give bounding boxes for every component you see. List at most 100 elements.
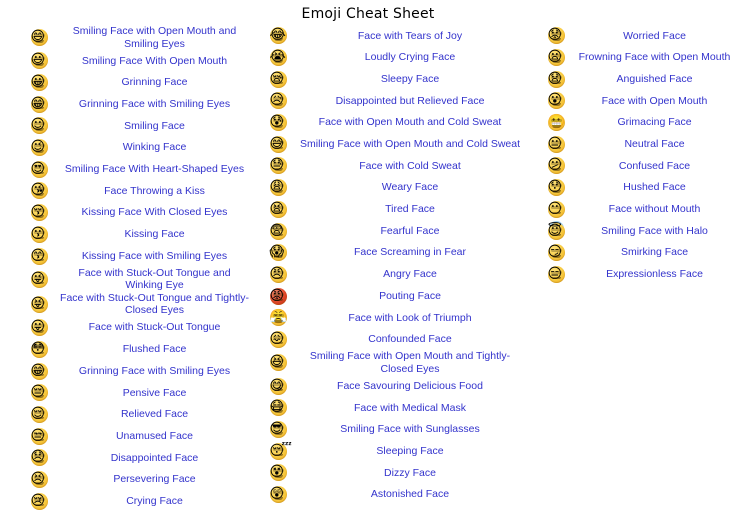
fearful-face-icon: 😨 [269,222,287,240]
emoji-row: 😦 Frowning Face with Open Mouth [525,47,736,69]
grimacing-face-icon: 😬 [547,114,565,132]
emoji-cell: 😩 [261,179,295,197]
dizzy-face-icon: 😵 [269,464,287,482]
emoji-cell: 😟 [539,27,573,45]
emoji-row: 😖 Confounded Face [255,329,525,351]
emoji-row: 😮 Face with Open Mouth [525,90,736,112]
emoji-cell: 😌 [22,405,56,423]
neutral-face-icon: 😐 [547,135,565,153]
emoji-row: 😘 Face Throwing a Kiss [0,180,255,202]
emoji-cell: 😆 [261,354,295,372]
emoji-cell: 😄 [22,29,56,46]
emoji-row: ☺ Smiling Face [0,115,255,137]
emoji-label: Smirking Face [620,246,689,259]
emoji-row: 😉 Winking Face [0,137,255,159]
unamused-face-icon: 😒 [30,427,48,445]
emoji-cell: 😜 [22,270,56,288]
emoji-label: Face with Open Mouth [601,94,708,107]
emoji-row: 😰 Face with Open Mouth and Cold Sweat [255,112,525,134]
crying-face-icon: 😢 [30,492,48,510]
emoji-label: Confused Face [618,159,691,172]
emoji-label: Face with Open Mouth and Cold Sweat [318,116,502,129]
emoji-label: Face with Cold Sweat [359,159,461,172]
weary-face-icon: 😩 [269,179,287,197]
emoji-label: Face Throwing a Kiss [104,184,205,197]
emoji-label: Worried Face [623,29,686,42]
face-savoring-food-icon: 😋 [269,377,287,395]
emoji-row: 😄 Smiling Face with Open Mouth and Smilin… [0,25,255,50]
emoji-label: Angry Face [383,268,437,281]
face-with-tears-of-joy-icon: 😂 [269,27,287,45]
emoji-label: Face with Tears of Joy [357,29,463,42]
smiling-face-with-sunglasses-icon: 😎 [269,421,287,439]
emoji-row: 😲 Astonished Face [255,484,525,506]
grinning-face-with-smiling-eyes-icon: 😄 [30,29,48,46]
emoji-cell: 😒 [22,427,56,445]
emoji-label: Face without Mouth [608,203,701,216]
emoji-row: 😐 Neutral Face [525,133,736,155]
emoji-row: 😎 Smiling Face with Sunglasses [255,419,525,441]
emoji-cell: ☺ [22,117,56,135]
emoji-row: 😟 Worried Face [525,25,736,47]
flushed-face-icon: 😳 [30,340,48,358]
emoji-row: 😁 Grinning Face with Smiling Eyes [0,93,255,115]
emoji-row: 😧 Anguished Face [525,68,736,90]
emoji-label: Kissing Face With Closed Eyes [81,206,228,219]
emoji-cell: 😚 [22,204,56,222]
emoji-cell: 😳 [22,340,56,358]
emoji-label: Anguished Face [616,72,693,85]
face-screaming-in-fear-icon: 😱 [269,244,287,262]
pouting-face-icon: 😡 [269,287,287,305]
sleepy-face-icon: 😪 [269,70,287,88]
emoji-label: Face Savouring Delicious Food [337,379,483,392]
emoji-row: 😃 Smiling Face With Open Mouth [0,50,255,72]
emoji-row: 😡 Pouting Face [255,285,525,307]
emoji-row: 😭 Loudly Crying Face [255,47,525,69]
emoji-cell: 😢 [22,492,56,510]
emoji-label: Smiling Face With Heart-Shaped Eyes [64,163,245,176]
expressionless-face-icon: 😑 [547,265,565,283]
emoji-label: Tired Face [385,203,435,216]
relieved-face-icon: 😌 [30,405,48,423]
emoji-cell: 😤 [261,309,295,327]
emoji-row: 😪 Sleepy Face [255,68,525,90]
emoji-cell: 😮 [539,92,573,110]
disappointed-face-icon: 😞 [30,449,48,467]
emoji-row: 😁 Grinning Face with Smiling Eyes [0,360,255,382]
worried-face-icon: 😟 [547,27,565,45]
confounded-face-icon: 😖 [269,330,287,348]
emoji-label: Sleepy Face [380,72,440,85]
anxious-face-with-sweat-icon: 😰 [269,114,287,132]
smiling-face-with-open-mouth-icon: 😃 [30,52,48,70]
emoji-row: 😤 Face with Look of Triumph [255,307,525,329]
emoji-cell: 😦 [539,49,573,67]
emoji-cell: 😣 [22,471,56,489]
emoji-row: 😅 Smiling Face with Open Mouth and Cold S… [255,133,525,155]
emoji-column-left: 😄 Smiling Face with Open Mouth and Smilin… [0,25,255,512]
emoji-cell: 😱 [261,244,295,262]
face-with-open-mouth-icon: 😮 [547,92,565,110]
emoji-label: Weary Face [381,181,439,194]
emoji-label: Frowning Face with Open Mouth [578,51,731,64]
emoji-label: Face with Look of Triumph [348,311,472,324]
grinning-face-smiling-eyes-icon: 😁 [30,362,48,380]
emoji-label: Smiling Face with Open Mouth and Tightly… [309,350,511,375]
emoji-row: 😴 Sleeping Face [255,440,525,462]
emoji-row: 😜 Face with Stuck-Out Tongue and Winking … [0,267,255,292]
emoji-row: 😀 Grinning Face [0,72,255,94]
emoji-column-middle: 😂 Face with Tears of Joy 😭 Loudly Crying Fa… [255,25,525,505]
emoji-cell: 😭 [261,49,295,67]
emoji-cell: 😁 [22,95,56,113]
emoji-cell: 😬 [539,114,573,132]
emoji-cell: 😵 [261,464,295,482]
emoji-label: Face with Stuck-Out Tongue and Tightly-C… [60,291,249,317]
emoji-row: 😯 Hushed Face [525,177,736,199]
emoji-cell: 😛 [22,319,56,337]
emoji-row: 😱 Face Screaming in Fear [255,242,525,264]
emoji-row: 😫 Tired Face [255,199,525,221]
kissing-face-closed-eyes-icon: 😚 [30,204,48,222]
emoji-cell: 😴 [261,442,295,460]
emoji-row: 😞 Disappointed Face [0,447,255,469]
sleeping-face-icon: 😴 [269,442,292,460]
emoji-columns: 😄 Smiling Face with Open Mouth and Smilin… [0,25,736,512]
